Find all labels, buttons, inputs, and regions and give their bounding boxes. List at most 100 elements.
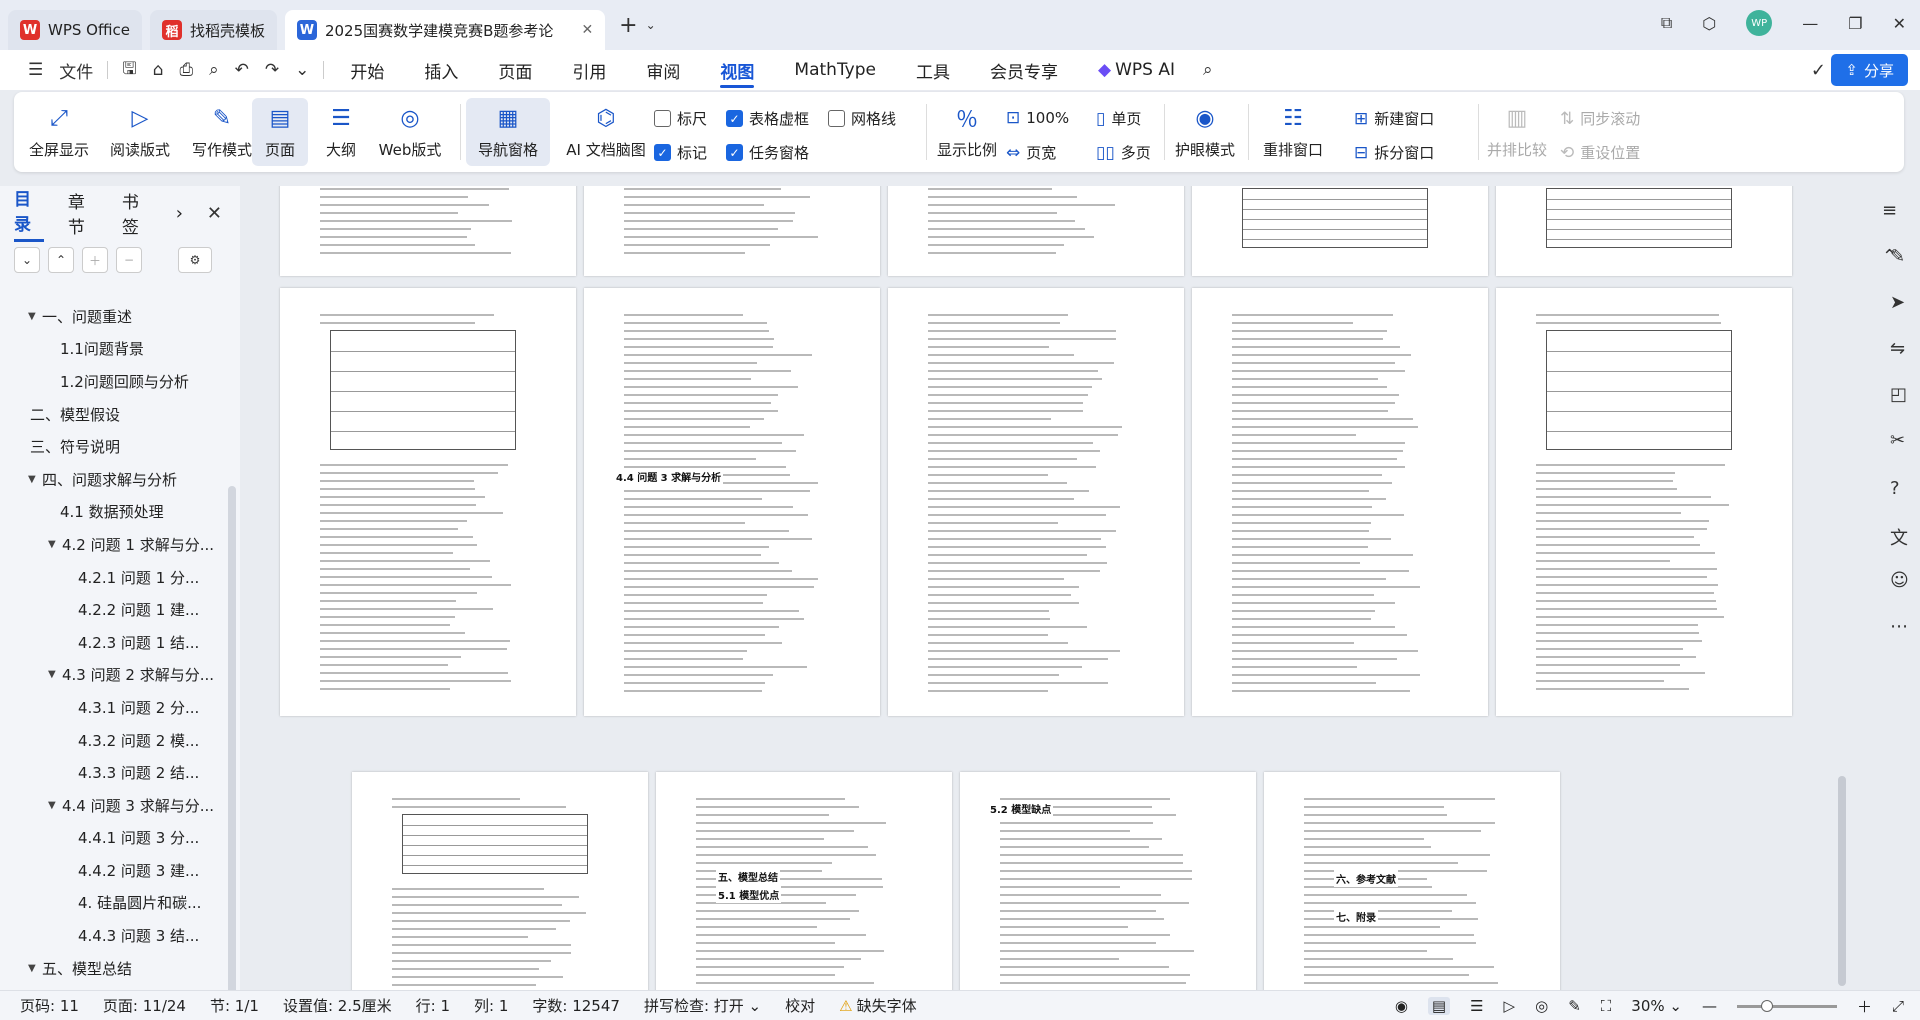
tab-document[interactable]: W 2025国赛数学建模竞赛B题参考论 ✕ bbox=[284, 10, 606, 50]
page-view-icon[interactable]: ▤ bbox=[1427, 997, 1451, 1015]
status-missing-font[interactable]: ⚠ 缺失字体 bbox=[839, 995, 916, 1016]
document-scrollbar[interactable] bbox=[1838, 776, 1846, 986]
format-painter-icon[interactable]: ⌂ bbox=[145, 60, 172, 80]
close-tab-icon[interactable]: ✕ bbox=[581, 22, 593, 38]
page-thumbnail[interactable]: 五、模型总结 5.1 模型优点 bbox=[656, 772, 952, 990]
restore-icon[interactable]: ❐ bbox=[1848, 14, 1862, 33]
web-layout-button[interactable]: ◎ Web版式 bbox=[372, 98, 448, 166]
toc-item[interactable]: ▼ 4.2 问题 1 求解与分... bbox=[0, 528, 226, 561]
toc-item[interactable]: 二、模型假设 bbox=[0, 398, 226, 431]
task-pane-checkbox[interactable]: ✓ 任务窗格 bbox=[726, 142, 809, 163]
page-thumbnail[interactable] bbox=[280, 288, 576, 716]
zoom-100-button[interactable]: ⊡ 100% bbox=[1006, 108, 1069, 128]
writing-mode-button[interactable]: ✎ 写作模式 bbox=[184, 98, 260, 166]
zoom-slider[interactable] bbox=[1736, 999, 1837, 1012]
pencil-icon[interactable]: ✎ bbox=[1890, 246, 1905, 267]
single-page-button[interactable]: ▯ 单页 bbox=[1096, 108, 1141, 129]
toc-item[interactable]: 4.3.1 问题 2 分... bbox=[0, 691, 226, 724]
expand-triangle-icon[interactable]: ▼ bbox=[48, 669, 62, 680]
zoom-ratio-button[interactable]: ％ 显示比例 bbox=[932, 98, 1002, 166]
chevron-right-icon[interactable]: › bbox=[176, 203, 183, 224]
translate-icon[interactable]: 文 bbox=[1890, 524, 1908, 550]
tab-chapters[interactable]: 章节 bbox=[68, 188, 98, 238]
toc-item[interactable]: ▼ 4.4 问题 3 求解与分... bbox=[0, 789, 226, 822]
status-proof[interactable]: 校对 bbox=[785, 995, 815, 1016]
fit-page-icon[interactable]: ⛶ bbox=[1601, 997, 1612, 1015]
zoom-level[interactable]: 30% ⌄ bbox=[1631, 997, 1682, 1015]
undo-icon[interactable]: ↶ bbox=[227, 60, 257, 80]
table-gridlines-checkbox[interactable]: ✓ 表格虚框 bbox=[726, 108, 809, 129]
page-thumbnail[interactable] bbox=[584, 186, 880, 276]
page-thumbnail[interactable] bbox=[888, 186, 1184, 276]
print-icon[interactable]: ⎙ bbox=[172, 60, 202, 80]
ai-mindmap-button[interactable]: ⌬ AI 文档脑图 bbox=[556, 98, 656, 166]
page-thumbnail[interactable]: 5.2 模型缺点 bbox=[960, 772, 1256, 990]
redo-icon[interactable]: ↷ bbox=[257, 60, 287, 80]
toc-item[interactable]: 4.2.3 问题 1 结... bbox=[0, 626, 226, 659]
menu-page[interactable]: 页面 bbox=[478, 50, 552, 90]
toc-item[interactable]: 4.2.2 问题 1 建... bbox=[0, 593, 226, 626]
expand-triangle-icon[interactable]: ▼ bbox=[48, 800, 62, 811]
more-chevron-icon[interactable]: ⌄ bbox=[287, 60, 317, 80]
toc-item[interactable]: ▼ 四、问题求解与分析 bbox=[0, 463, 226, 496]
page-thumbnail[interactable] bbox=[280, 186, 576, 276]
sync-scroll-button[interactable]: ⇅ 同步滚动 bbox=[1560, 108, 1640, 129]
menu-mathtype[interactable]: MathType bbox=[774, 50, 896, 90]
tab-bookmarks[interactable]: 书签 bbox=[122, 188, 152, 238]
toc-item[interactable]: 4.4.3 问题 3 结... bbox=[0, 919, 226, 952]
reading-layout-button[interactable]: ▷ 阅读版式 bbox=[102, 98, 178, 166]
nav-settings-icon[interactable]: ⚙ bbox=[178, 247, 212, 273]
side-by-side-button[interactable]: ▥ 并排比较 bbox=[1484, 98, 1550, 166]
expand-triangle-icon[interactable]: ▼ bbox=[28, 311, 42, 322]
page-thumbnail[interactable] bbox=[888, 288, 1184, 716]
tab-template[interactable]: 稻 找稻壳模板 bbox=[149, 10, 277, 50]
page-width-button[interactable]: ⇔ 页宽 bbox=[1006, 142, 1056, 163]
toc-item[interactable]: 1.2问题回顾与分析 bbox=[0, 365, 226, 398]
tab-toc[interactable]: 目录 bbox=[14, 185, 44, 242]
share-button[interactable]: ⇪ 分享 bbox=[1831, 54, 1908, 86]
tab-list-chevron-icon[interactable]: ⌄ bbox=[646, 18, 656, 32]
hamburger-menu-icon[interactable]: ☰ bbox=[20, 60, 51, 80]
toc-item[interactable]: 4.4.1 问题 3 分... bbox=[0, 822, 226, 855]
zoom-slider-knob[interactable] bbox=[1760, 999, 1773, 1012]
page-thumbnail[interactable] bbox=[1192, 288, 1488, 716]
remove-heading-icon[interactable]: − bbox=[116, 247, 142, 273]
status-col[interactable]: 列: 1 bbox=[474, 995, 508, 1016]
toc-item[interactable]: 1.1问题背景 bbox=[0, 333, 226, 366]
toc-item[interactable]: ▼ 4.3 问题 2 求解与分... bbox=[0, 659, 226, 692]
eye-mode-icon[interactable]: ◉ bbox=[1395, 997, 1408, 1015]
toc-item[interactable]: 4.4.2 问题 3 建... bbox=[0, 854, 226, 887]
toc-item[interactable]: 4.3.2 问题 2 模... bbox=[0, 724, 226, 757]
status-spell[interactable]: 拼写检查: 打开 ⌄ bbox=[644, 995, 761, 1016]
adjust-icon[interactable]: ⇋ bbox=[1890, 338, 1905, 359]
shapes-icon[interactable]: ◰ bbox=[1890, 384, 1907, 405]
menu-reference[interactable]: 引用 bbox=[552, 50, 626, 90]
pen-mode-icon[interactable]: ✎ bbox=[1568, 997, 1581, 1015]
close-pane-icon[interactable]: ✕ bbox=[207, 203, 222, 224]
web-view-icon[interactable]: ◎ bbox=[1535, 997, 1548, 1015]
menu-view[interactable]: 视图 bbox=[700, 50, 774, 90]
reset-position-button[interactable]: ⟲ 重设位置 bbox=[1560, 142, 1640, 163]
expand-triangle-icon[interactable]: ▼ bbox=[28, 963, 42, 974]
status-section[interactable]: 节: 1/1 bbox=[210, 995, 259, 1016]
menu-tools[interactable]: 工具 bbox=[896, 50, 970, 90]
toc-item[interactable]: 4. 硅晶圆片和碳... bbox=[0, 887, 226, 920]
page-thumbnail[interactable]: 六、参考文献 七、附录 bbox=[1264, 772, 1560, 990]
fullscreen-button[interactable]: ⤢ 全屏显示 bbox=[24, 98, 94, 166]
minimize-icon[interactable]: — bbox=[1802, 14, 1818, 33]
status-setting[interactable]: 设置值: 2.5厘米 bbox=[283, 995, 392, 1016]
more-icon[interactable]: ⋯ bbox=[1890, 616, 1908, 637]
menu-insert[interactable]: 插入 bbox=[404, 50, 478, 90]
multi-page-button[interactable]: ▯▯ 多页 bbox=[1096, 142, 1151, 163]
avatar[interactable]: WP bbox=[1746, 10, 1773, 36]
play-icon[interactable]: ▷ bbox=[1504, 997, 1516, 1015]
menu-member[interactable]: 会员专享 bbox=[970, 50, 1078, 90]
expand-triangle-icon[interactable]: ▼ bbox=[48, 539, 62, 550]
tools-icon[interactable]: ✂ bbox=[1890, 430, 1905, 451]
rearrange-window-button[interactable]: ☷ 重排窗口 bbox=[1254, 98, 1332, 166]
print-preview-icon[interactable]: ⌕ bbox=[201, 60, 227, 80]
split-window-button[interactable]: ⊟ 拆分窗口 bbox=[1354, 142, 1434, 163]
status-word-count[interactable]: 字数: 12547 bbox=[532, 995, 620, 1016]
page-thumbnail[interactable] bbox=[1192, 186, 1488, 276]
status-page-code[interactable]: 页码: 11 bbox=[20, 995, 79, 1016]
